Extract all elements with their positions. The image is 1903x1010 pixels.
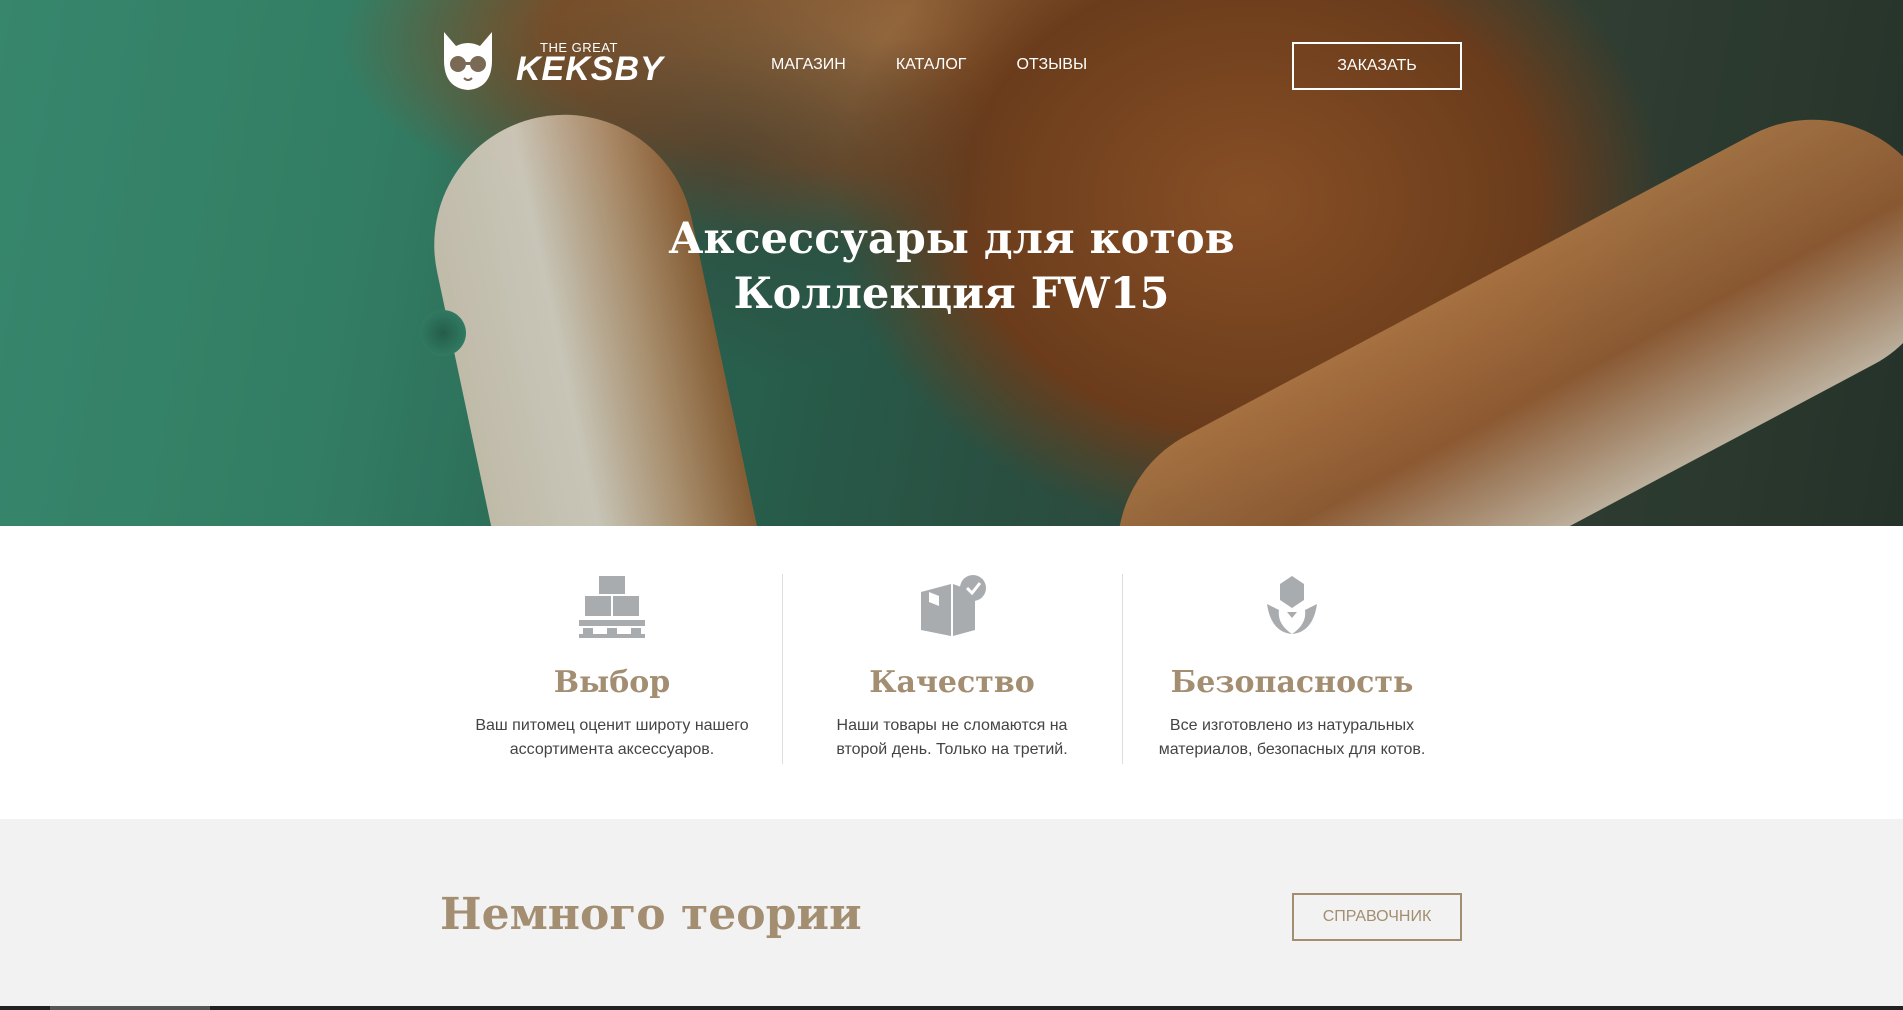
theory-section: Немного теории СПРАВОЧНИК — [0, 819, 1903, 1010]
hero-title-line1: Аксессуары для котов — [668, 214, 1235, 264]
nav-catalog[interactable]: КАТАЛОГ — [896, 56, 967, 74]
theory-title: Немного теории — [440, 889, 862, 940]
feature-title: Качество — [869, 665, 1035, 700]
feature-title: Выбор — [553, 665, 671, 700]
features-section: Выбор Ваш питомец оценит широту нашего а… — [0, 526, 1903, 819]
nav-shop[interactable]: МАГАЗИН — [771, 56, 846, 74]
reference-button[interactable]: СПРАВОЧНИК — [1292, 893, 1462, 941]
feature-text: Все изготовлено из натуральных материало… — [1158, 717, 1426, 758]
cat-logo-icon — [444, 32, 492, 90]
leaf-hand-icon — [1267, 576, 1317, 634]
feature-quality: Качество Наши товары не сломаются на вто… — [782, 574, 1122, 762]
nav-reviews[interactable]: ОТЗЫВЫ — [1016, 56, 1087, 74]
pallet-boxes-icon — [579, 576, 645, 638]
feature-title: Безопасность — [1170, 665, 1414, 700]
hero-title: Аксессуары для котов Коллекция FW15 — [0, 212, 1903, 322]
logo-brand: KEKSBY — [516, 50, 664, 88]
site-logo[interactable]: THE GREAT KEKSBY — [440, 30, 663, 96]
feature-safety: Безопасность Все изготовлено из натураль… — [1122, 574, 1462, 762]
site-header: THE GREAT KEKSBY МАГАЗИН КАТАЛОГ ОТЗЫВЫ … — [0, 0, 1903, 130]
bottom-scrollbar — [0, 1006, 1903, 1010]
feature-choice: Выбор Ваш питомец оценит широту нашего а… — [442, 574, 782, 762]
box-check-icon — [921, 575, 986, 636]
hero-title-line2: Коллекция FW15 — [733, 269, 1170, 319]
main-nav: МАГАЗИН КАТАЛОГ ОТЗЫВЫ — [771, 56, 1087, 74]
order-button[interactable]: ЗАКАЗАТЬ — [1292, 42, 1462, 90]
feature-text: Наши товары не сломаются на второй день.… — [836, 717, 1068, 758]
feature-text: Ваш питомец оценит широту нашего ассорти… — [475, 717, 749, 758]
hero-banner: THE GREAT KEKSBY МАГАЗИН КАТАЛОГ ОТЗЫВЫ … — [0, 0, 1903, 526]
